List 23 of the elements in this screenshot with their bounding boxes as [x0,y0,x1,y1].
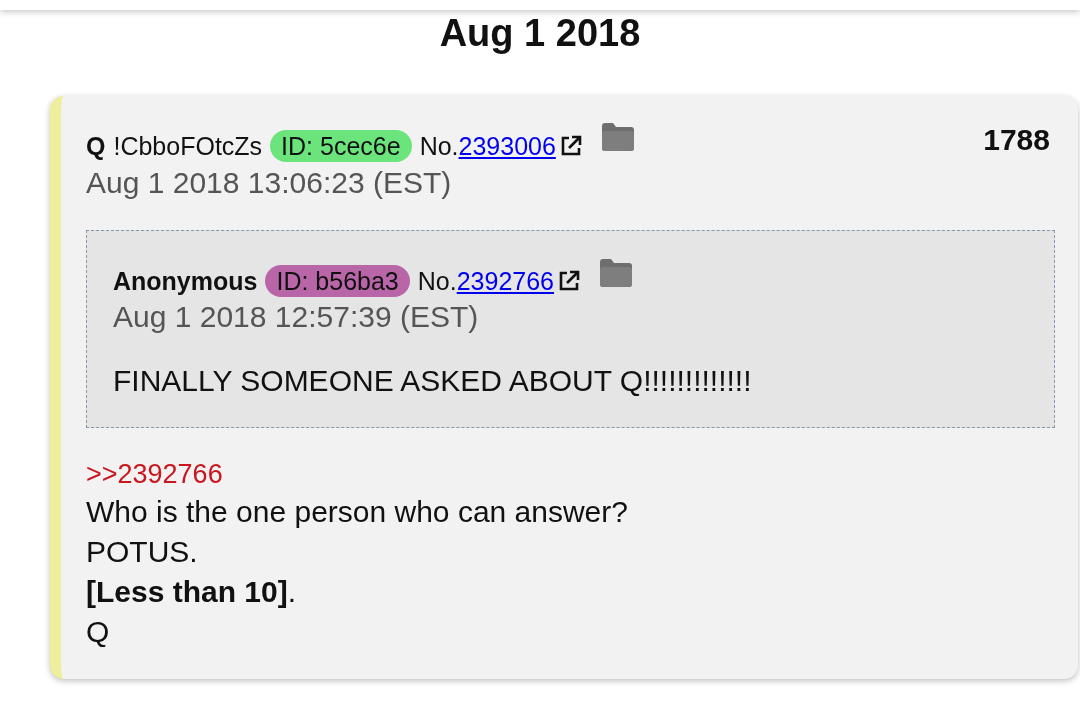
post-text-line: Who is the one person who can answer? [86,494,629,530]
post-text-line: POTUS. [86,534,199,570]
post-timestamp: Aug 1 2018 12:57:39 (EST) [113,299,480,335]
poster-id-badge: ID: 5cec6e [270,130,412,162]
external-link-icon[interactable] [559,135,582,157]
post-number-link[interactable]: 2392766 [456,263,554,299]
external-link-icon[interactable] [558,270,580,292]
date-heading: Aug 1 2018 [439,11,641,56]
post-text-line: FINALLY SOMEONE ASKED ABOUT Q!!!!!!!!!!!!! [113,363,753,399]
poster-id-badge: ID: b56ba3 [265,265,410,297]
post-text-line: Q [86,614,111,650]
post-timestamp: Aug 1 2018 13:06:23 (EST) [86,165,453,201]
folder-icon[interactable] [601,123,634,151]
post-number-label: No. [419,131,459,162]
author-name: Q [86,131,106,162]
post-count: 1788 [983,125,1050,155]
post-number-label: No. [417,266,457,297]
author-name: Anonymous [113,266,258,297]
post-number-link[interactable]: 2393006 [458,127,556,165]
tripcode: !CbboFOtcZs [113,131,263,162]
reply-link[interactable]: >>2392766 [86,456,223,492]
post-text-line: [Less than 10]. [86,574,298,610]
folder-icon[interactable] [600,259,632,287]
